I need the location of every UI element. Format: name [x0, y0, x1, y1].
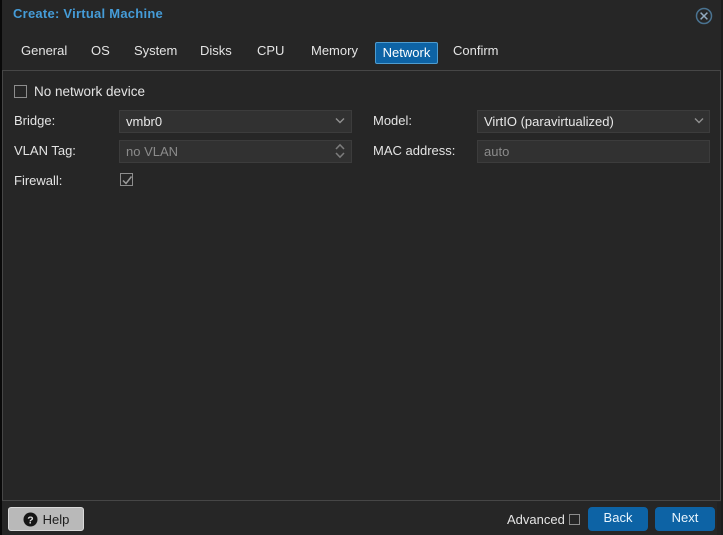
svg-text:?: ?: [27, 514, 33, 526]
